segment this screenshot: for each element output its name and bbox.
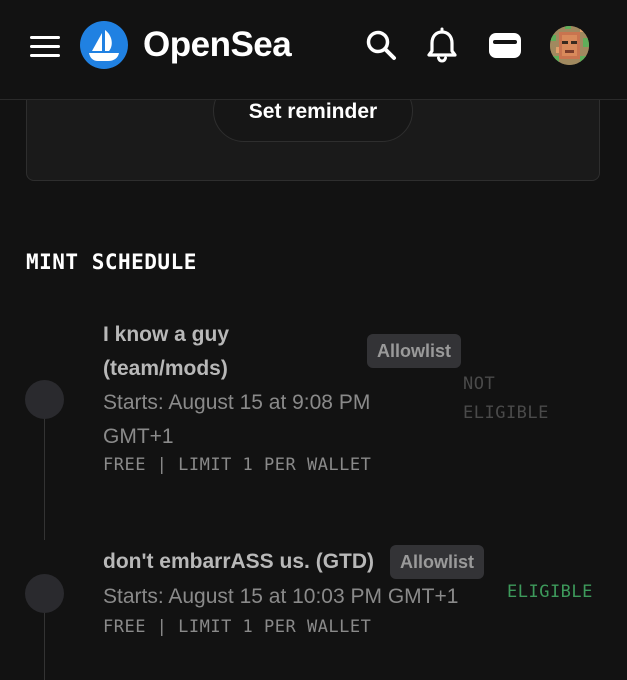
wallet-icon[interactable] (487, 27, 523, 63)
top-nav: OpenSea (0, 0, 627, 100)
timeline-line (44, 612, 45, 680)
phase-start-time: GMT+1 (103, 425, 174, 448)
menu-icon[interactable] (30, 36, 60, 58)
phase-name: don't embarrASS us. (GTD) (103, 550, 375, 573)
section-title: MINT SCHEDULE (26, 250, 197, 274)
timeline-dot (25, 574, 64, 613)
bell-icon[interactable] (424, 27, 460, 63)
phase-limit: FREE | LIMIT 1 PER WALLET (103, 617, 372, 637)
search-icon[interactable] (363, 27, 399, 63)
timeline-dot (25, 380, 64, 419)
phase-start-time: Starts: August 15 at 10:03 PM GMT+1 (103, 585, 459, 608)
phase-name: (team/mods) (103, 357, 228, 380)
timeline-line (44, 418, 45, 540)
avatar[interactable] (550, 26, 589, 65)
phase-limit: FREE | LIMIT 1 PER WALLET (103, 455, 372, 475)
eligibility-status: NOT (463, 374, 496, 394)
phase-name: I know a guy (103, 323, 230, 346)
eligibility-status: ELIGIBLE (463, 403, 549, 423)
allowlist-badge: Allowlist (390, 545, 485, 579)
allowlist-badge: Allowlist (367, 334, 462, 368)
opensea-logo-icon[interactable] (80, 21, 128, 69)
brand-name[interactable]: OpenSea (143, 24, 292, 66)
phase-start-time: Starts: August 15 at 9:08 PM (103, 391, 371, 414)
eligibility-status: ELIGIBLE (507, 582, 593, 602)
